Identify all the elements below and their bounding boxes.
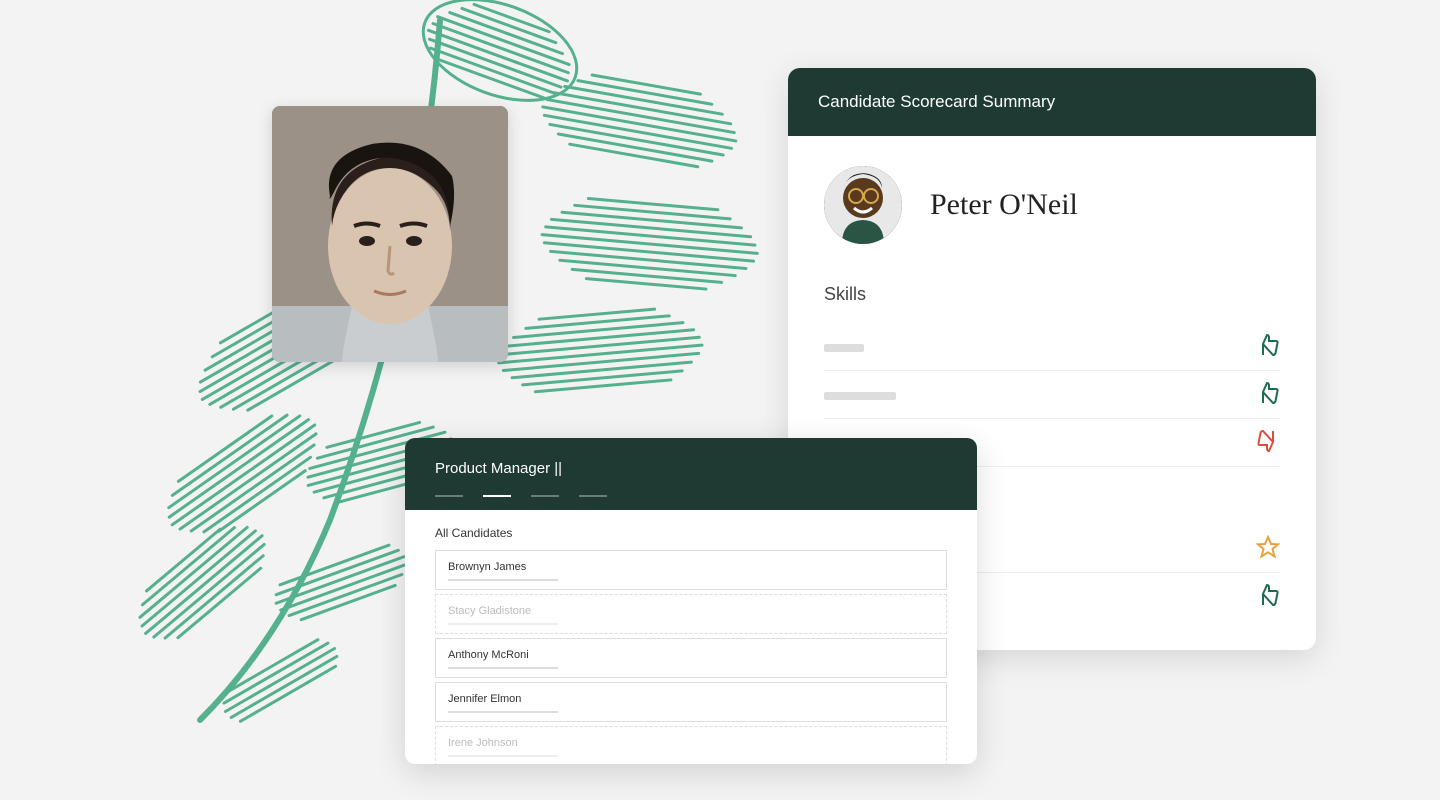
candidate-row-name: Jennifer Elmon (448, 693, 934, 705)
job-tab[interactable] (483, 495, 511, 497)
candidate-row-underline (448, 579, 558, 581)
candidate-header: Peter O'Neil (824, 166, 1280, 244)
candidate-row-underline (448, 623, 558, 625)
candidate-row-underline (448, 711, 558, 713)
job-title: Product Manager || (435, 460, 947, 477)
skill-row (824, 323, 1280, 371)
thumbs-up-icon[interactable] (1256, 381, 1280, 405)
skills-heading: Skills (824, 284, 1280, 305)
candidate-portrait (272, 106, 508, 362)
candidate-avatar (824, 166, 902, 244)
candidate-row-name: Stacy Gladistone (448, 605, 934, 617)
candidate-name: Peter O'Neil (930, 188, 1078, 222)
candidate-row-underline (448, 667, 558, 669)
candidate-row[interactable]: Anthony McRoni (435, 638, 947, 678)
rating-thumbs-up[interactable] (1256, 583, 1280, 612)
candidate-row-name: Anthony McRoni (448, 649, 934, 661)
candidate-row-name: Brownyn James (448, 561, 934, 573)
job-panel: Product Manager || All Candidates Browny… (405, 438, 977, 764)
job-tabs (435, 495, 947, 497)
candidate-row-name: Irene Johnson (448, 737, 934, 749)
star-icon[interactable] (1256, 535, 1280, 559)
thumbs-down-icon[interactable] (1256, 429, 1280, 453)
thumbs-up-icon[interactable] (1256, 333, 1280, 357)
candidate-row-underline (448, 755, 558, 757)
rating-thumbs-down[interactable] (1256, 429, 1280, 458)
candidate-row[interactable]: Stacy Gladistone (435, 594, 947, 634)
job-tab[interactable] (579, 495, 607, 497)
candidate-list: Brownyn James Stacy Gladistone Anthony McR… (435, 550, 947, 764)
candidate-row[interactable]: Jennifer Elmon (435, 682, 947, 722)
candidate-row[interactable]: Brownyn James (435, 550, 947, 590)
thumbs-up-icon[interactable] (1256, 583, 1280, 607)
job-tab[interactable] (531, 495, 559, 497)
scorecard-title: Candidate Scorecard Summary (788, 68, 1316, 136)
skill-label-placeholder (824, 344, 864, 352)
rating-thumbs-up[interactable] (1256, 333, 1280, 362)
skill-row (824, 371, 1280, 419)
job-tab[interactable] (435, 495, 463, 497)
all-candidates-heading: All Candidates (435, 526, 947, 540)
candidate-row[interactable]: Irene Johnson (435, 726, 947, 764)
rating-thumbs-up[interactable] (1256, 381, 1280, 410)
rating-star[interactable] (1256, 535, 1280, 564)
skill-label-placeholder (824, 392, 896, 400)
